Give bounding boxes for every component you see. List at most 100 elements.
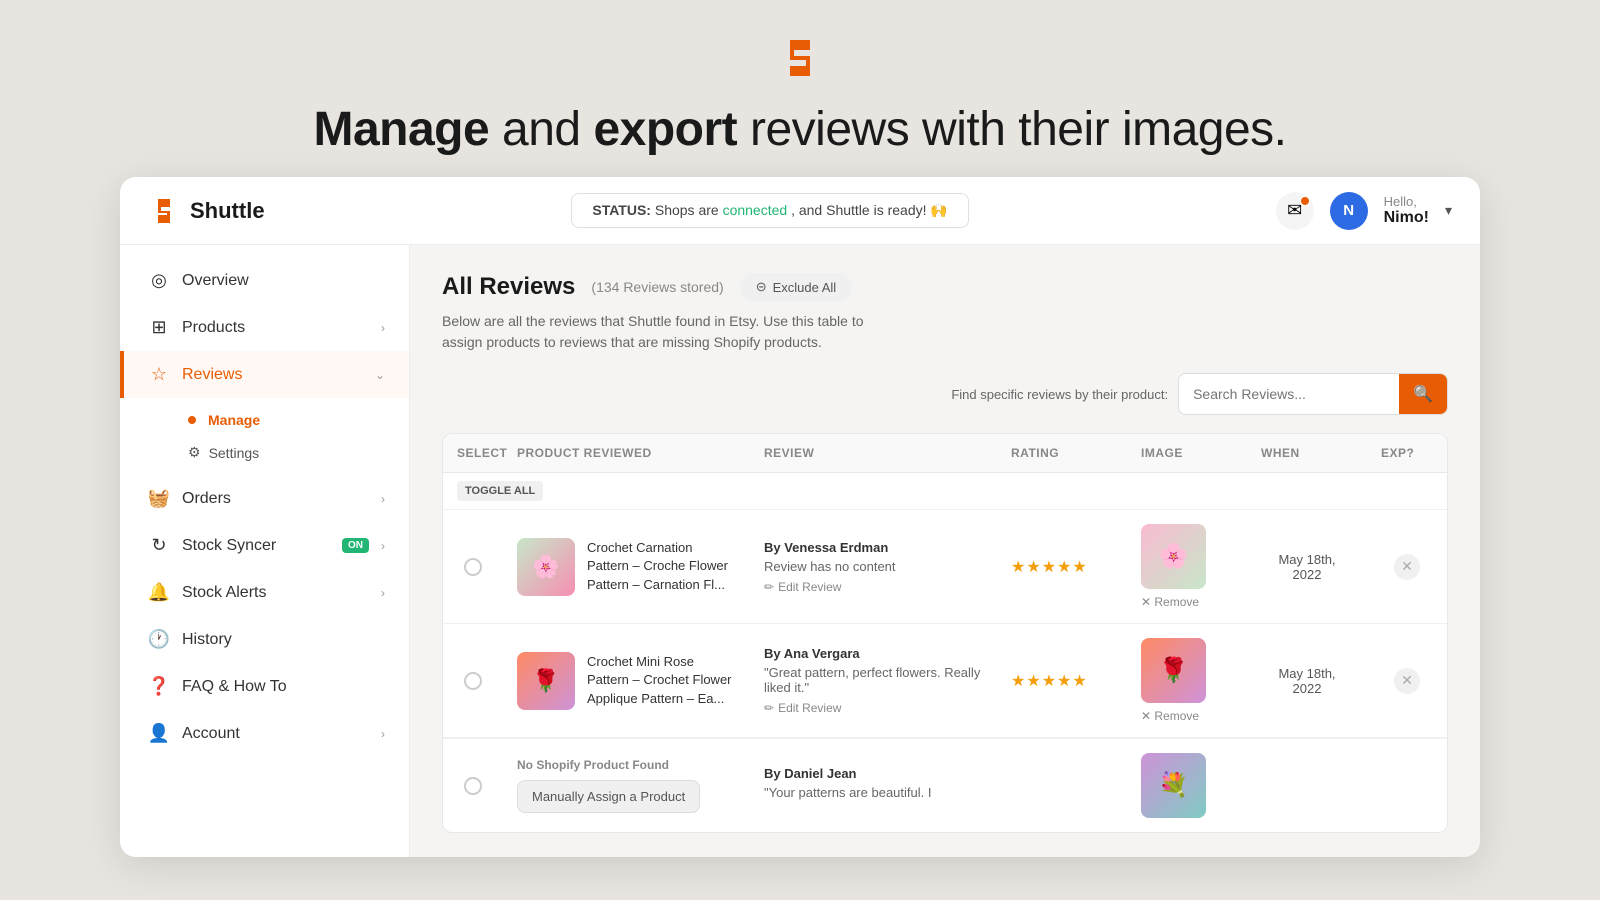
sidebar-item-history[interactable]: 🕐 History: [120, 616, 409, 663]
th-rating: RATING: [997, 434, 1127, 472]
stock-syncer-icon: ↻: [148, 535, 170, 556]
row2-exp-button[interactable]: ✕: [1394, 668, 1420, 694]
search-row: Find specific reviews by their product: …: [442, 373, 1448, 415]
search-label: Find specific reviews by their product:: [951, 387, 1168, 402]
row2-rating-cell: ★★★★★: [997, 671, 1127, 691]
status-pill: STATUS: Shops are connected , and Shuttl…: [571, 193, 968, 228]
search-icon: 🔍: [1413, 384, 1433, 404]
avatar: N: [1330, 192, 1368, 230]
faq-icon: ❓: [148, 676, 170, 697]
row1-review-text: Review has no content: [764, 559, 983, 574]
search-input[interactable]: [1179, 376, 1399, 412]
sidebar-item-orders[interactable]: 🧺 Orders ›: [120, 475, 409, 522]
th-select: SELECT: [443, 434, 503, 472]
row3-review-image: 💐: [1141, 753, 1206, 818]
row1-product-image: 🌸: [517, 538, 575, 596]
sidebar-sub-settings[interactable]: ⚙ Settings: [176, 436, 409, 469]
row1-date: May 18th,2022: [1261, 552, 1353, 582]
sidebar-item-overview[interactable]: ◎ Overview: [120, 257, 409, 304]
app-body: ◎ Overview ⊞ Products › ☆ Reviews ⌄ Mana…: [120, 245, 1480, 857]
row3-product-cell: No Shopify Product Found Manually Assign…: [503, 758, 750, 813]
hero-title: Manage and export reviews with their ima…: [313, 102, 1286, 157]
row1-exp-cell: ✕: [1367, 554, 1447, 580]
row2-edit-review-button[interactable]: ✏ Edit Review: [764, 701, 841, 715]
row2-product-name: Crochet Mini Rose Pattern – Crochet Flow…: [587, 653, 736, 708]
row2-review-cell: By Ana Vergara "Great pattern, perfect f…: [750, 646, 997, 715]
row3-review-text: "Your patterns are beautiful. I: [764, 785, 983, 800]
orders-icon: 🧺: [148, 488, 170, 509]
row3-review-cell: By Daniel Jean "Your patterns are beauti…: [750, 766, 997, 806]
search-button[interactable]: 🔍: [1399, 374, 1447, 414]
notification-dot: [1300, 196, 1310, 206]
row2-date: May 18th,2022: [1261, 666, 1353, 696]
brand-logo-icon: [148, 195, 180, 227]
account-chevron-icon: ›: [381, 727, 385, 741]
row1-radio[interactable]: [464, 558, 482, 576]
reviews-table: SELECT PRODUCT REVIEWED REVIEW RATING IM…: [442, 433, 1448, 833]
row2-remove-button[interactable]: ✕ Remove: [1141, 709, 1199, 723]
row2-review-text: "Great pattern, perfect flowers. Really …: [764, 665, 983, 695]
row1-remove-button[interactable]: ✕ Remove: [1141, 595, 1199, 609]
edit-icon: ✏: [764, 580, 774, 594]
search-input-wrap: 🔍: [1178, 373, 1448, 415]
row3-radio[interactable]: [464, 777, 482, 795]
overview-icon: ◎: [148, 270, 170, 291]
user-info: Hello, Nimo!: [1384, 194, 1429, 227]
sidebar-item-products[interactable]: ⊞ Products ›: [120, 304, 409, 351]
notifications-button[interactable]: ✉: [1276, 192, 1314, 230]
settings-sub-icon: ⚙: [188, 444, 201, 461]
manually-assign-button[interactable]: Manually Assign a Product: [517, 780, 700, 813]
row2-product-cell: 🌹 Crochet Mini Rose Pattern – Crochet Fl…: [503, 652, 750, 710]
th-image: IMAGE: [1127, 434, 1247, 472]
sidebar-item-faq[interactable]: ❓ FAQ & How To: [120, 663, 409, 710]
header-right: ✉ N Hello, Nimo! ▾: [1276, 192, 1452, 230]
edit-icon: ✏: [764, 701, 774, 715]
row3-reviewer: By Daniel Jean: [764, 766, 983, 781]
sidebar-item-stock-alerts[interactable]: 🔔 Stock Alerts ›: [120, 569, 409, 616]
th-exp: EXP?: [1367, 434, 1447, 472]
brand: Shuttle: [148, 195, 265, 227]
toggle-all-button[interactable]: TOGGLE ALL: [457, 481, 543, 501]
exclude-all-button[interactable]: ⊝ Exclude All: [740, 273, 853, 301]
row2-when-cell: May 18th,2022: [1247, 666, 1367, 696]
row1-image-cell: 🌸 ✕ Remove: [1127, 524, 1247, 609]
hero-section: Manage and export reviews with their ima…: [0, 0, 1600, 177]
products-icon: ⊞: [148, 317, 170, 338]
row2-exp-cell: ✕: [1367, 668, 1447, 694]
row1-exp-button[interactable]: ✕: [1394, 554, 1420, 580]
user-menu-chevron[interactable]: ▾: [1445, 202, 1452, 219]
page-title: All Reviews: [442, 273, 575, 301]
sidebar-item-stock-syncer[interactable]: ↻ Stock Syncer ON ›: [120, 522, 409, 569]
history-icon: 🕐: [148, 629, 170, 650]
row1-product-name: Crochet Carnation Pattern – Croche Flowe…: [587, 539, 736, 594]
row2-reviewer: By Ana Vergara: [764, 646, 983, 661]
reviews-chevron-icon: ⌄: [375, 368, 385, 382]
sidebar-item-reviews[interactable]: ☆ Reviews ⌄: [120, 351, 409, 398]
table-row: No Shopify Product Found Manually Assign…: [443, 738, 1447, 832]
no-product-badge: No Shopify Product Found: [517, 758, 736, 772]
row2-product-image: 🌹: [517, 652, 575, 710]
sidebar-item-account[interactable]: 👤 Account ›: [120, 710, 409, 757]
table-row: 🌹 Crochet Mini Rose Pattern – Crochet Fl…: [443, 624, 1447, 738]
toggle-all-row: TOGGLE ALL: [443, 473, 1447, 510]
reviews-submenu: Manage ⚙ Settings: [120, 398, 409, 475]
row2-image-cell: 🌹 ✕ Remove: [1127, 638, 1247, 723]
sidebar-sub-manage[interactable]: Manage: [176, 404, 409, 436]
row1-rating-cell: ★★★★★: [997, 557, 1127, 577]
row1-select-cell: [443, 558, 503, 576]
stock-alerts-icon: 🔔: [148, 582, 170, 603]
hero-logo-icon: [770, 28, 830, 88]
app-window: Shuttle STATUS: Shops are connected , an…: [120, 177, 1480, 857]
row1-reviewer: By Venessa Erdman: [764, 540, 983, 555]
row1-stars: ★★★★★: [1011, 559, 1088, 576]
table-header: SELECT PRODUCT REVIEWED REVIEW RATING IM…: [443, 434, 1447, 473]
row2-radio[interactable]: [464, 672, 482, 690]
row1-review-image: 🌸: [1141, 524, 1206, 589]
orders-chevron-icon: ›: [381, 492, 385, 506]
row1-edit-review-button[interactable]: ✏ Edit Review: [764, 580, 841, 594]
reviews-count: (134 Reviews stored): [591, 279, 723, 295]
account-icon: 👤: [148, 723, 170, 744]
products-chevron-icon: ›: [381, 321, 385, 335]
row3-image-cell: 💐: [1127, 753, 1247, 818]
reviews-header: All Reviews (134 Reviews stored) ⊝ Exclu…: [442, 273, 1448, 301]
